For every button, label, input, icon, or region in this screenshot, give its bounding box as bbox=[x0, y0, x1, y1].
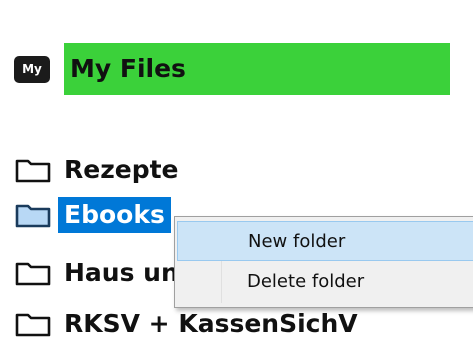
menu-item-delete-folder[interactable]: Delete folder bbox=[177, 261, 473, 301]
tree-root-label: My Files bbox=[64, 43, 450, 95]
tree-item-label: Ebooks bbox=[58, 197, 171, 233]
file-tree-panel: My My Files Rezepte Ebooks Haus und Gart… bbox=[0, 0, 473, 340]
tree-item-ebooks[interactable]: Ebooks bbox=[14, 197, 171, 233]
folder-icon bbox=[15, 262, 51, 286]
my-files-badge-icon: My bbox=[14, 55, 50, 83]
tree-item-rksv-kassensichv[interactable]: RKSV + KassenSichV bbox=[14, 306, 364, 340]
menu-item-new-folder[interactable]: New folder bbox=[177, 221, 473, 261]
tree-root-my-files[interactable]: My My Files bbox=[14, 43, 450, 95]
tree-item-label: Rezepte bbox=[64, 155, 179, 184]
folder-icon bbox=[15, 159, 51, 183]
folder-icon bbox=[15, 313, 51, 337]
tree-item-rezepte[interactable]: Rezepte bbox=[14, 152, 185, 188]
tree-item-label: RKSV + KassenSichV bbox=[64, 309, 358, 338]
context-menu: New folder Delete folder bbox=[174, 216, 473, 308]
folder-icon bbox=[15, 204, 51, 228]
